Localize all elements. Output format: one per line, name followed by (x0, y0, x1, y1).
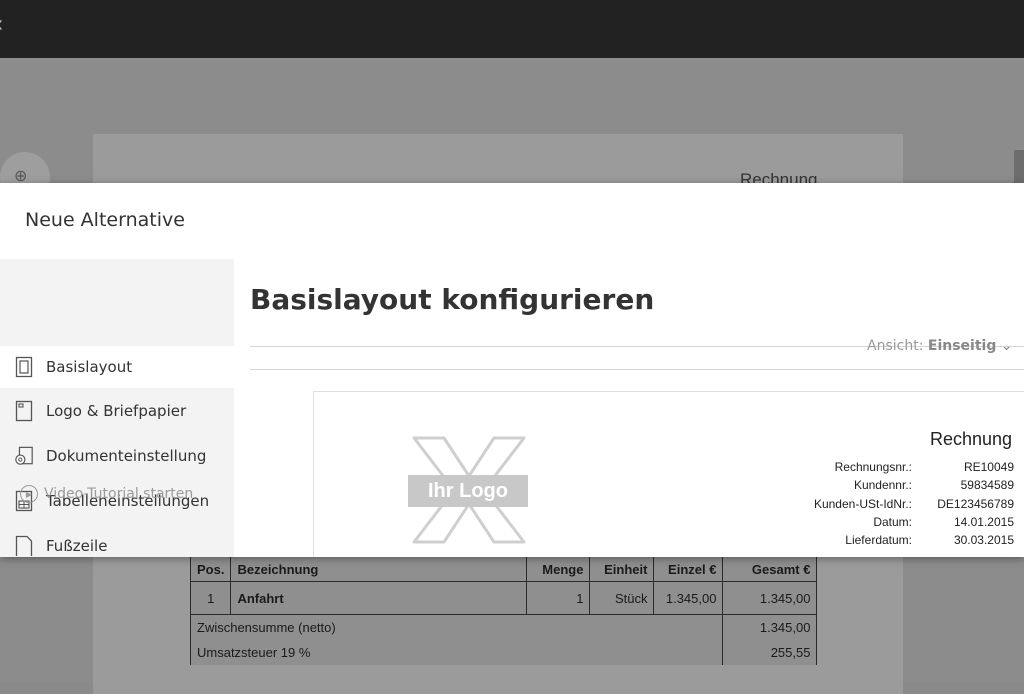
column-header: Gesamt € (722, 556, 818, 582)
meta-label: Kunden-USt-IdNr.: (813, 496, 912, 511)
table-cell: 1.345,00 (722, 581, 818, 615)
chevron-down-icon: ⌄ (1000, 338, 1013, 354)
tax-row: Umsatzsteuer 19 % 255,55 (189, 640, 818, 665)
page-title: Basislayout konfigurieren (250, 283, 655, 316)
meta-value: DE123456789 (937, 496, 1014, 511)
logo-placeholder-label: Ihr Logo (408, 475, 528, 507)
table-cell: 1 (526, 581, 591, 615)
column-header: Einzel € (653, 556, 724, 582)
footer-icon (14, 535, 34, 557)
table-header-row: Pos. Bezeichnung Menge Einheit Einzel € … (189, 556, 818, 582)
background-invoice-table: Pos. Bezeichnung Menge Einheit Einzel € … (189, 556, 818, 665)
preview-meta-values: RE10049 59834589 DE123456789 14.01.2015 … (926, 458, 1014, 549)
table-cell: Stück (589, 581, 655, 615)
sidebar-item-label: Dokumenteinstellung (46, 447, 207, 465)
column-header: Einheit (589, 556, 655, 582)
meta-value: 59834589 (960, 478, 1014, 493)
meta-value: 30.03.2015 (953, 533, 1014, 548)
column-header: Bezeichnung (230, 556, 528, 582)
meta-label: Datum: (873, 514, 912, 529)
tax-value: 255,55 (722, 640, 818, 665)
preview-doc-title: Rechnung (930, 429, 1013, 449)
table-cell: 1 (189, 581, 232, 615)
subtotal-label: Zwischensumme (netto) (189, 614, 724, 640)
new-alternative-modal: Neue Alternative Basislayout Logo & Brie… (0, 183, 1024, 557)
subtotal-row: Zwischensumme (netto) 1.345,00 (189, 614, 818, 640)
layout-preview: Ihr Logo Rechnung Rechnungsnr.: Kundennr… (313, 391, 1024, 557)
settings-sidebar: Basislayout Logo & Briefpapier Dokumente… (0, 259, 234, 557)
tax-label: Umsatzsteuer 19 % (189, 640, 724, 665)
modal-title: Neue Alternative (25, 209, 185, 231)
table-cell: 1.345,00 (653, 581, 724, 615)
meta-label: Rechnungsnr.: (834, 460, 912, 474)
view-label: Ansicht: (867, 338, 924, 354)
letterhead-icon (14, 400, 34, 422)
sidebar-item-logo-briefpapier[interactable]: Logo & Briefpapier (0, 390, 234, 432)
meta-value: 14.01.2015 (953, 514, 1014, 529)
sidebar-item-basislayout[interactable]: Basislayout (0, 346, 234, 388)
view-selector[interactable]: Ansicht: Einseitig ⌄ (867, 338, 1013, 354)
meta-label: Kundennr.: (853, 478, 912, 493)
table-cell: Anfahrt (230, 581, 528, 615)
sidebar-item-label: Basislayout (46, 358, 133, 376)
divider (250, 369, 1024, 370)
subtotal-value: 1.345,00 (722, 614, 818, 640)
app-topbar: ‹ (0, 0, 1024, 58)
column-header: Pos. (189, 556, 232, 582)
view-value: Einseitig (927, 338, 997, 354)
column-header: Menge (526, 556, 591, 582)
document-settings-icon (14, 445, 34, 467)
page-layout-icon (14, 356, 34, 378)
video-tutorial-link[interactable]: ▶ Video-Tutorial starten (20, 485, 193, 503)
play-icon: ▶ (20, 485, 38, 503)
back-chevron-icon[interactable]: ‹ (0, 12, 4, 36)
preview-meta-labels: Rechnungsnr.: Kundennr.: Kunden-USt-IdNr… (784, 458, 912, 549)
meta-label: Lieferdatum: (845, 533, 912, 548)
sidebar-item-label: Logo & Briefpapier (46, 402, 187, 420)
sidebar-item-fusszeile[interactable]: Fußzeile (0, 525, 234, 557)
meta-value: RE10049 (963, 460, 1014, 474)
video-tutorial-label: Video-Tutorial starten (44, 486, 194, 502)
sidebar-item-label: Fußzeile (46, 537, 108, 555)
table-row: 1 Anfahrt 1 Stück 1.345,00 1.345,00 (189, 581, 818, 615)
sidebar-item-dokumenteinstellung[interactable]: Dokumenteinstellung (0, 435, 234, 477)
